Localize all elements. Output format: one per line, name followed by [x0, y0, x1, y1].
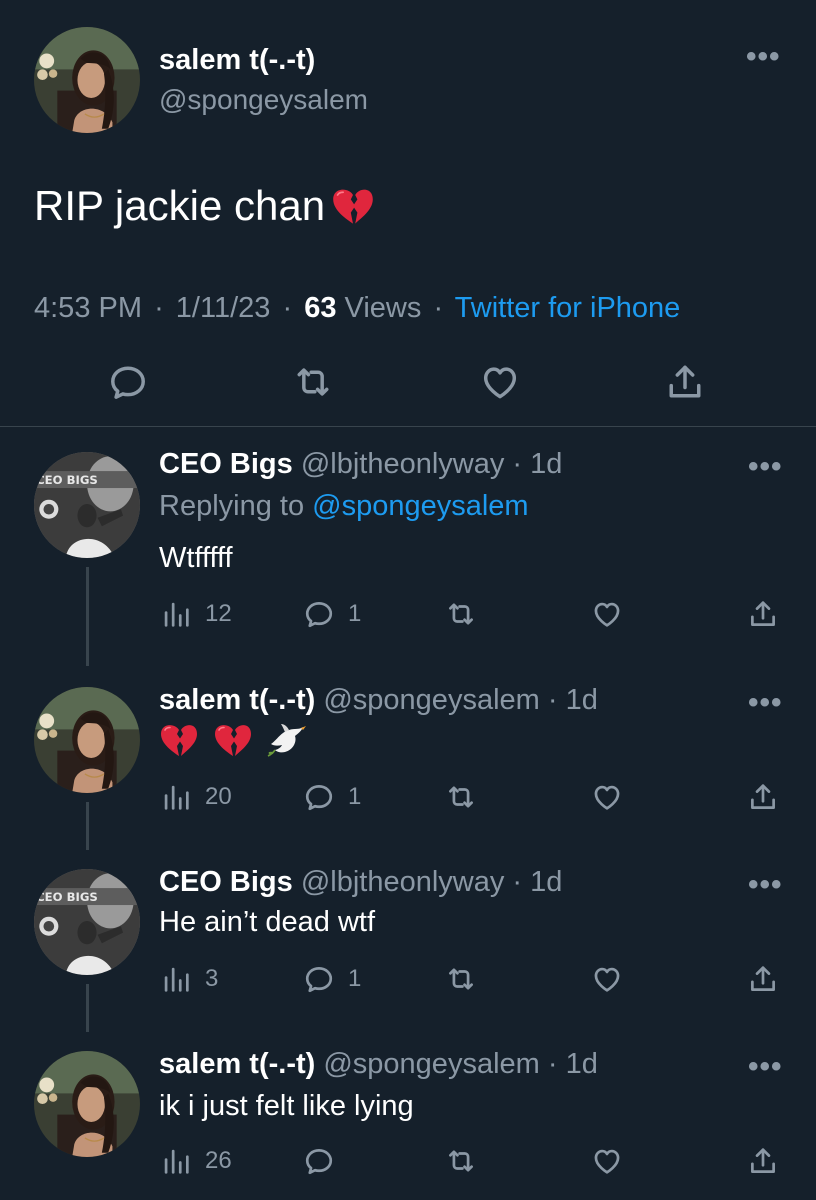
- more-icon[interactable]: •••: [748, 870, 783, 900]
- views-icon: [159, 962, 193, 996]
- share-icon[interactable]: [746, 1144, 780, 1178]
- retweet-icon[interactable]: [444, 962, 478, 996]
- thread-line: [86, 802, 89, 850]
- views-count[interactable]: 63: [304, 292, 336, 324]
- reply-count: 1: [348, 965, 362, 992]
- views-button[interactable]: 3: [159, 962, 218, 996]
- views-icon: [159, 1144, 193, 1178]
- views-count: 20: [205, 783, 232, 810]
- author-name[interactable]: salem t(-.-t): [159, 44, 315, 77]
- replying-prefix: Replying to: [159, 490, 305, 522]
- reply-button[interactable]: [302, 1144, 348, 1178]
- reply-header: CEO Bigs @lbjtheonlyway · 1d: [159, 866, 562, 899]
- more-icon[interactable]: •••: [748, 1052, 783, 1082]
- thread-line: [86, 567, 89, 666]
- tweet-text: RIP jackie chan: [34, 182, 375, 236]
- author-handle[interactable]: @spongeysalem: [323, 1048, 539, 1080]
- avatar[interactable]: [34, 452, 140, 558]
- reply-icon: [302, 962, 336, 996]
- author-name[interactable]: salem t(-.-t): [159, 684, 315, 716]
- reply-icon[interactable]: [106, 360, 150, 404]
- like-icon[interactable]: [590, 780, 624, 814]
- reply-time: · 1d: [547, 684, 598, 716]
- retweet-icon[interactable]: [444, 1144, 478, 1178]
- separator: ·: [282, 292, 293, 324]
- views-count: 3: [205, 965, 219, 992]
- avatar[interactable]: [34, 869, 140, 975]
- reply-text: [159, 722, 307, 766]
- tweet-date[interactable]: 1/11/23: [176, 292, 271, 324]
- retweet-icon[interactable]: [444, 597, 478, 631]
- share-icon[interactable]: [746, 597, 780, 631]
- reply-button[interactable]: 1: [302, 962, 361, 996]
- reply-text: ik i just felt like lying: [159, 1090, 414, 1122]
- tweet-source[interactable]: Twitter for iPhone: [455, 292, 681, 324]
- share-icon[interactable]: [663, 360, 707, 404]
- reply-time: · 1d: [547, 1048, 598, 1080]
- main-tweet: salem t(-.-t) @spongeysalem ••• RIP jack…: [0, 0, 816, 427]
- author-handle[interactable]: @spongeysalem: [159, 84, 368, 116]
- views-count: 26: [205, 1147, 232, 1174]
- author-handle[interactable]: @lbjtheonlyway: [301, 448, 505, 480]
- author-name[interactable]: salem t(-.-t): [159, 1048, 315, 1080]
- retweet-icon[interactable]: [291, 360, 335, 404]
- reply-icon: [302, 1144, 336, 1178]
- reply-text: He ain’t dead wtf: [159, 906, 376, 938]
- author-name[interactable]: CEO Bigs: [159, 866, 293, 898]
- broken-heart-emoji: [159, 722, 199, 758]
- tweet-time[interactable]: 4:53 PM: [34, 292, 142, 324]
- retweet-icon[interactable]: [444, 780, 478, 814]
- like-icon[interactable]: [590, 962, 624, 996]
- reply-tweet[interactable]: salem t(-.-t) @spongeysalem · 1d ••• ik …: [0, 1030, 816, 1200]
- separator: ·: [154, 292, 164, 324]
- avatar[interactable]: [34, 1051, 140, 1157]
- separator: ·: [433, 292, 444, 324]
- views-icon: [159, 597, 193, 631]
- like-icon[interactable]: [590, 1144, 624, 1178]
- avatar[interactable]: [34, 687, 140, 793]
- reply-count: 1: [348, 783, 362, 810]
- reply-button[interactable]: 1: [302, 780, 361, 814]
- thread-line: [86, 984, 89, 1032]
- reply-header: CEO Bigs @lbjtheonlyway · 1d: [159, 448, 562, 481]
- like-icon[interactable]: [478, 360, 522, 404]
- views-count: 12: [205, 600, 232, 627]
- broken-heart-emoji: [331, 186, 375, 236]
- reply-text: Wtfffff: [159, 542, 233, 574]
- reply-tweet[interactable]: CEO Bigs @lbjtheonlyway · 1d ••• He ain’…: [0, 848, 816, 1032]
- views-button[interactable]: 12: [159, 597, 232, 631]
- share-icon[interactable]: [746, 780, 780, 814]
- views-label[interactable]: Views: [345, 292, 422, 324]
- reply-icon: [302, 780, 336, 814]
- replying-to-handle[interactable]: @spongeysalem: [312, 490, 528, 522]
- views-button[interactable]: 20: [159, 780, 232, 814]
- replying-to: Replying to @spongeysalem: [159, 490, 529, 523]
- reply-button[interactable]: 1: [302, 597, 361, 631]
- share-icon[interactable]: [746, 962, 780, 996]
- reply-tweet[interactable]: salem t(-.-t) @spongeysalem · 1d ••• 20 …: [0, 666, 816, 850]
- reply-header: salem t(-.-t) @spongeysalem · 1d: [159, 684, 598, 717]
- author-handle[interactable]: @spongeysalem: [323, 684, 539, 716]
- reply-header: salem t(-.-t) @spongeysalem · 1d: [159, 1048, 598, 1081]
- reply-icon: [302, 597, 336, 631]
- more-icon[interactable]: •••: [746, 42, 781, 72]
- author-name[interactable]: CEO Bigs: [159, 448, 293, 480]
- like-icon[interactable]: [590, 597, 624, 631]
- reply-time: · 1d: [512, 448, 563, 480]
- broken-heart-emoji: [213, 722, 253, 758]
- reply-tweet[interactable]: CEO Bigs @lbjtheonlyway · 1d ••• Replyin…: [0, 430, 816, 666]
- tweet-meta: 4:53 PM · 1/11/23 · 63 Views · Twitter f…: [34, 292, 680, 325]
- more-icon[interactable]: •••: [748, 688, 783, 718]
- tweet-text-content: RIP jackie chan: [34, 182, 326, 229]
- dove-emoji: [267, 722, 307, 758]
- reply-time: · 1d: [512, 866, 563, 898]
- tweet-thread-page: salem t(-.-t) @spongeysalem ••• RIP jack…: [0, 0, 816, 1200]
- more-icon[interactable]: •••: [748, 452, 783, 482]
- views-icon: [159, 780, 193, 814]
- author-handle[interactable]: @lbjtheonlyway: [301, 866, 505, 898]
- avatar[interactable]: [34, 27, 140, 133]
- reply-count: 1: [348, 600, 362, 627]
- views-button[interactable]: 26: [159, 1144, 232, 1178]
